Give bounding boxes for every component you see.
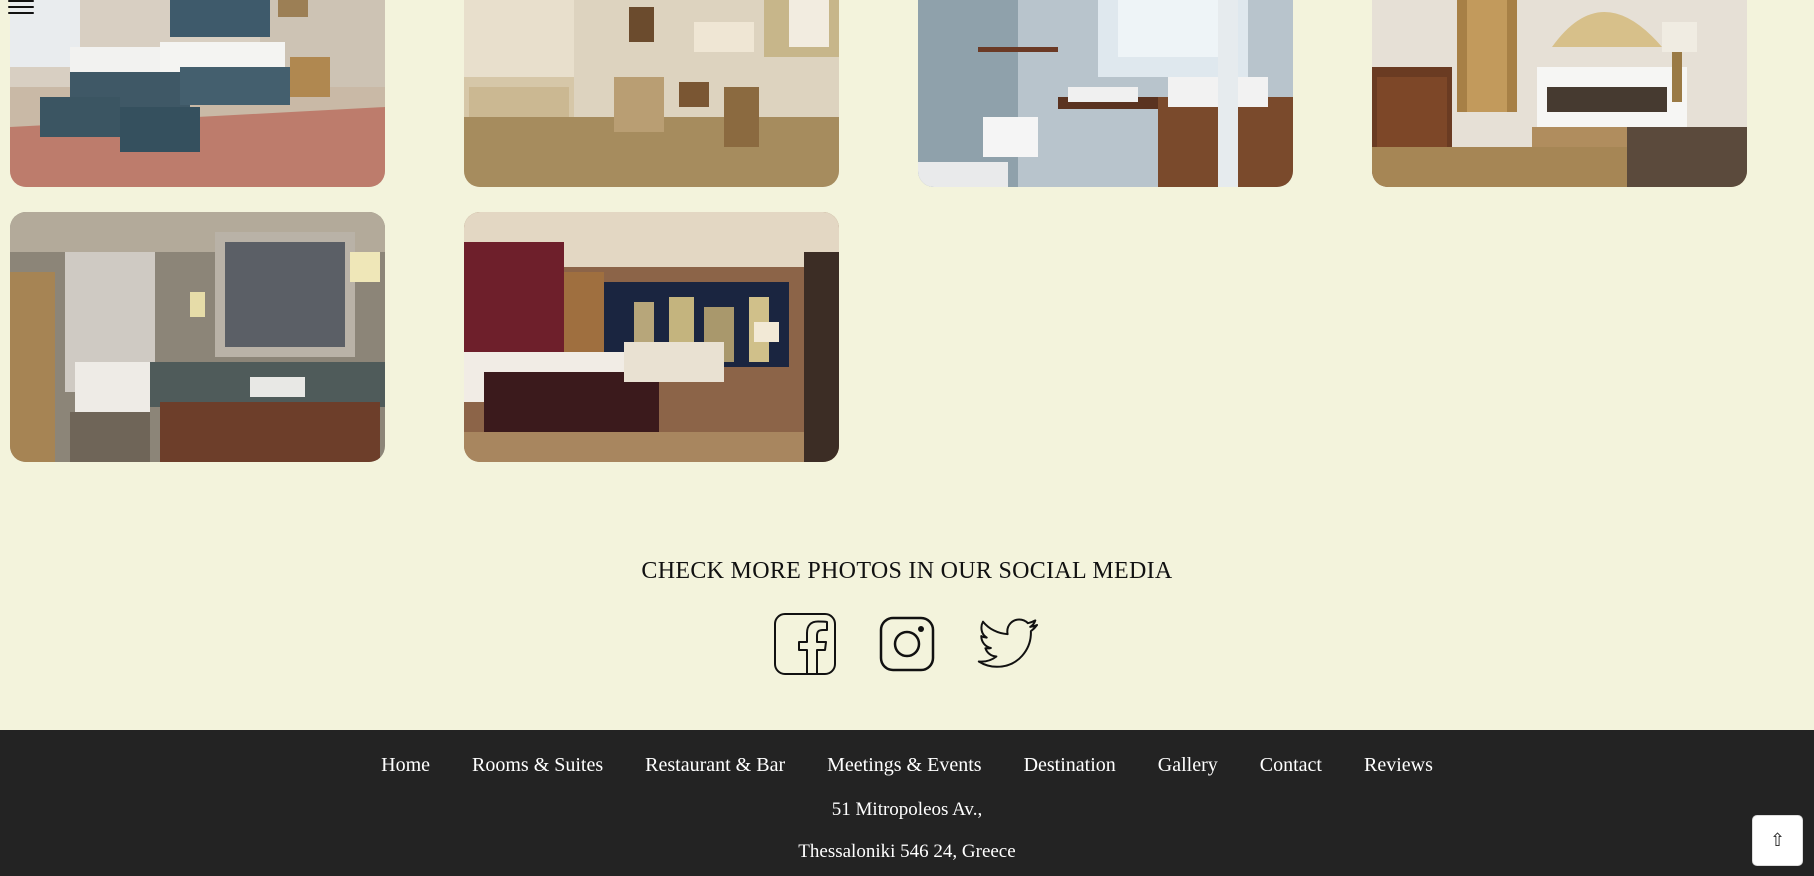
footer-link-gallery[interactable]: Gallery	[1158, 754, 1218, 777]
hotel-baroque-bedroom-photo[interactable]	[1372, 0, 1747, 187]
social-media-heading: CHECK MORE PHOTOS IN OUR SOCIAL MEDIA	[641, 558, 1173, 584]
hotel-marble-bathroom-photo[interactable]	[10, 212, 385, 462]
footer-link-home[interactable]: Home	[381, 754, 430, 777]
scroll-to-top-button[interactable]: ⇧	[1752, 815, 1803, 866]
footer-address-line1: 51 Mitropoleos Av.,	[831, 799, 983, 820]
footer-link-contact[interactable]: Contact	[1260, 754, 1322, 777]
footer-address-line2: Thessaloniki 546 24, Greece	[798, 841, 1016, 862]
footer-link-destination[interactable]: Destination	[1024, 754, 1116, 777]
facebook-icon[interactable]	[773, 612, 837, 676]
site-footer: Home Rooms & Suites Restaurant & Bar Mee…	[0, 730, 1814, 876]
hotel-room-twin-beds-photo[interactable]	[10, 0, 385, 187]
footer-link-reviews[interactable]: Reviews	[1364, 754, 1433, 777]
hotel-bathroom-glass-photo[interactable]	[918, 0, 1293, 187]
footer-link-rooms-suites[interactable]: Rooms & Suites	[472, 754, 603, 777]
hotel-city-view-suite-photo[interactable]	[464, 212, 839, 462]
footer-link-restaurant-bar[interactable]: Restaurant & Bar	[645, 754, 785, 777]
footer-nav: Home Rooms & Suites Restaurant & Bar Mee…	[0, 754, 1814, 777]
instagram-icon[interactable]	[875, 612, 939, 676]
social-icons-row	[0, 612, 1814, 676]
twitter-icon[interactable]	[977, 612, 1041, 676]
hotel-suite-vanity-lounge-photo[interactable]	[464, 0, 839, 187]
footer-link-meetings-events[interactable]: Meetings & Events	[827, 754, 981, 777]
hamburger-menu-icon[interactable]	[8, 0, 34, 14]
